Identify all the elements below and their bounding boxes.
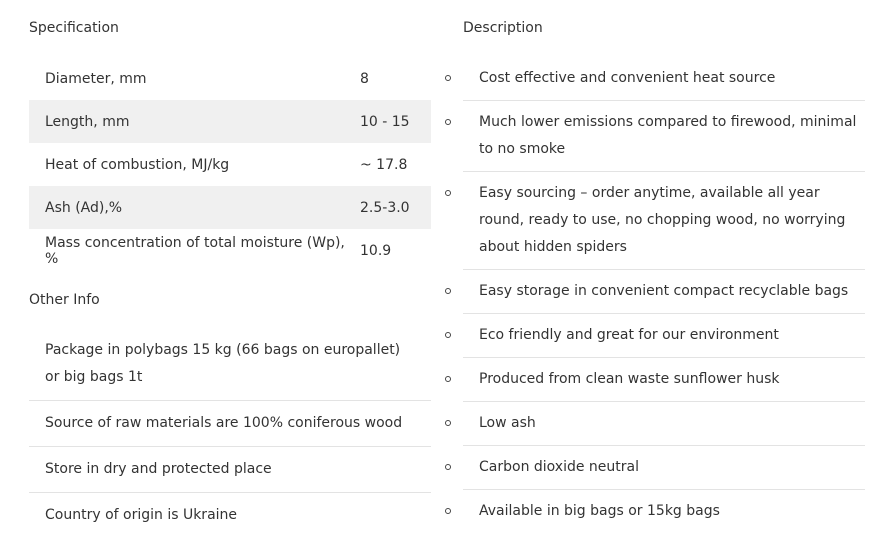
list-item-text: Much lower emissions compared to firewoo… [479,114,857,157]
list-item-text: Easy storage in convenient compact recyc… [479,283,849,299]
list-item-text: Low ash [479,415,536,431]
spec-value: 2.5-3.0 [360,199,410,216]
spec-value: 10 - 15 [360,113,410,130]
bullet-icon [445,332,451,338]
list-item-text: Eco friendly and great for our environme… [479,327,779,343]
list-item: Country of origin is Ukraine [45,507,238,523]
spec-row-heat: Heat of combustion, MJ/kg ~ 17.8 [29,143,431,186]
spec-label: Mass concentration of total moisture (Wp… [45,234,345,267]
spec-row-moisture: Mass concentration of total moisture (Wp… [29,229,431,272]
list-item-text: Carbon dioxide neutral [479,459,639,475]
list-item-text: Easy sourcing – order anytime, available… [479,185,846,255]
list-item-text: Available in big bags or 15kg bags [479,503,720,519]
description-list: Cost effective and convenient heat sourc… [445,57,865,533]
bullet-icon [445,508,451,514]
list-item: Easy storage in convenient compact recyc… [445,270,865,314]
spec-label: Ash (Ad),% [45,199,123,216]
list-item: Produced from clean waste sunflower husk [445,358,865,402]
list-item: Easy sourcing – order anytime, available… [445,172,865,270]
spec-value: 10.9 [360,242,392,259]
list-item: Source of raw materials are 100% conifer… [29,401,431,447]
list-item-text: Cost effective and convenient heat sourc… [479,70,776,86]
spec-label: Diameter, mm [45,70,147,87]
spec-value: 8 [360,70,369,87]
spec-row-ash: Ash (Ad),% 2.5-3.0 [29,186,431,229]
spec-row-diameter: Diameter, mm 8 [29,57,431,100]
specification-title: Specification [29,20,119,36]
list-item-text: Produced from clean waste sunflower husk [479,371,780,387]
list-item: Carbon dioxide neutral [445,446,865,490]
list-item: Much lower emissions compared to firewoo… [445,101,865,172]
bullet-icon [445,420,451,426]
list-item: Low ash [445,402,865,446]
list-item: Cost effective and convenient heat sourc… [445,57,865,101]
bullet-icon [445,119,451,125]
spec-label: Heat of combustion, MJ/kg [45,156,230,173]
list-item: Eco friendly and great for our environme… [445,314,865,358]
specification-table: Diameter, mm 8 Length, mm 10 - 15 Heat o… [29,57,431,272]
bullet-icon [445,376,451,382]
spec-row-length: Length, mm 10 - 15 [29,100,431,143]
other-info-title: Other Info [29,292,100,308]
list-item: Package in polybags 15 kg (66 bags on eu… [29,328,431,401]
bullet-icon [445,190,451,196]
bullet-icon [445,288,451,294]
description-title: Description [463,20,543,36]
bullet-icon [445,464,451,470]
bullet-icon [445,75,451,81]
spec-value: ~ 17.8 [360,156,408,173]
other-info-list: Package in polybags 15 kg (66 bags on eu… [29,328,431,538]
spec-label: Length, mm [45,113,130,130]
list-item: Available in big bags or 15kg bags [445,490,865,533]
list-item: Store in dry and protected place [29,447,431,493]
